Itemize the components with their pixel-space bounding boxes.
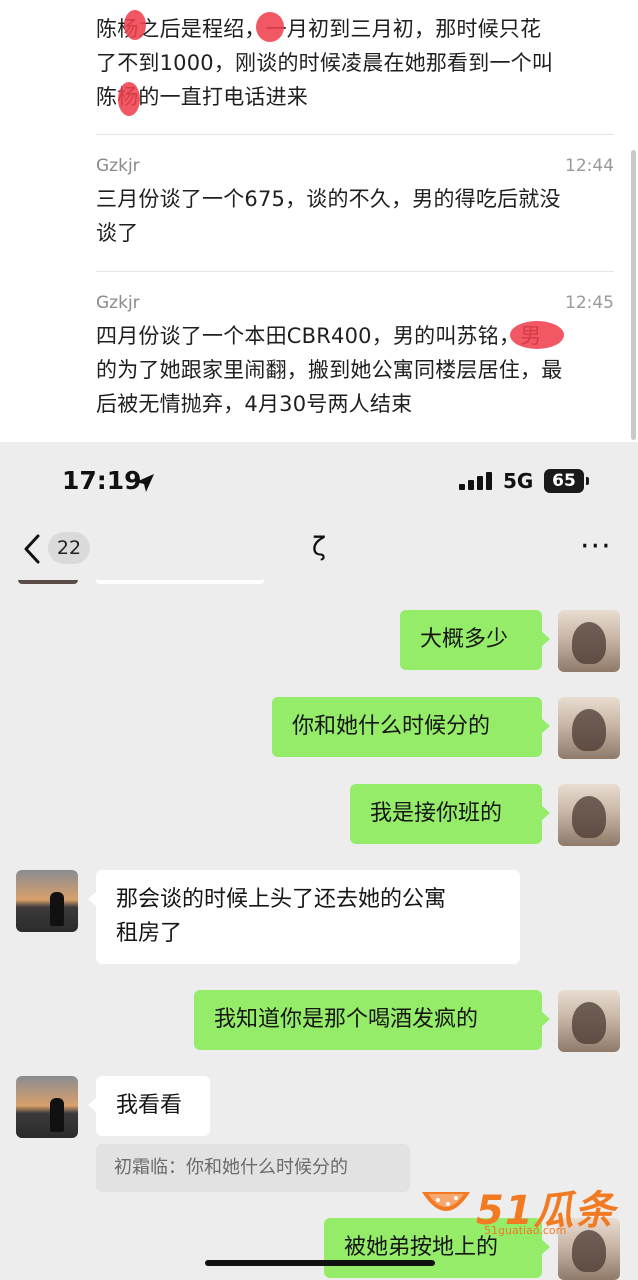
chat-nav-bar: 22 ζ ···	[0, 522, 638, 580]
divider	[96, 271, 614, 272]
watermark-logo: 51瓜条 51guatiao.com	[418, 1178, 618, 1238]
history-text-line: 谈了	[96, 221, 139, 245]
battery-tip	[586, 477, 589, 485]
message-line: 租房了	[116, 921, 183, 946]
avatar[interactable]	[558, 990, 620, 1052]
message-line: 那会谈的时候上头了还去她的公寓	[116, 887, 447, 912]
more-options-button[interactable]: ···	[580, 532, 612, 562]
history-text-line: 了不到1000，刚谈的时候凌晨在她那看到一个叫	[96, 51, 554, 75]
message-bubble-sent[interactable]: 大概多少	[400, 610, 550, 670]
scrollbar[interactable]	[631, 150, 636, 440]
message-bubble-received[interactable]: 我看看	[88, 1076, 210, 1136]
watermark-url: 51guatiao.com	[484, 1224, 567, 1237]
chat-history-panel: 陈杨之后是程绍，一月初到三月初，那时候只花 了不到1000，刚谈的时候凌晨在她那…	[0, 0, 638, 442]
history-entry: 陈杨之后是程绍，一月初到三月初，那时候只花 了不到1000，刚谈的时候凌晨在她那…	[96, 0, 614, 130]
redaction-mark	[124, 10, 146, 40]
avatar[interactable]	[16, 870, 78, 932]
home-indicator[interactable]	[205, 1260, 435, 1266]
history-sender: Gzkjr	[96, 293, 140, 313]
message-bubble-partial[interactable]	[96, 580, 264, 584]
history-text-line: 陈杨之后是程绍，一月初到三月初，那时候只花	[96, 17, 542, 41]
history-sender: Gzkjr	[96, 156, 140, 176]
redaction-mark	[510, 321, 564, 349]
status-time: 17:19	[62, 466, 142, 495]
avatar[interactable]	[558, 697, 620, 759]
history-text-line: 四月份谈了一个本田CBR400，男的叫苏铭，男	[96, 324, 542, 348]
avatar[interactable]	[16, 1076, 78, 1138]
message-bubble-sent[interactable]: 我是接你班的	[350, 784, 550, 844]
chat-screen: 17:19 5G 65 22 ζ ··· 大概多少 你和她什么时候分的 我是接你…	[0, 442, 638, 1280]
network-type: 5G	[503, 469, 534, 493]
battery-icon: 65	[544, 469, 584, 493]
chat-title: ζ	[311, 532, 327, 562]
avatar[interactable]	[558, 784, 620, 846]
status-bar: 17:19 5G 65	[0, 442, 638, 522]
history-text-line: 的为了她跟家里闹翻，搬到她公寓同楼层居住，最	[96, 358, 563, 382]
avatar[interactable]	[558, 610, 620, 672]
history-entry: Gzkjr 12:44 三月份谈了一个675，谈的不久，男的得吃后就没 谈了	[96, 156, 614, 266]
divider	[96, 134, 614, 135]
location-arrow-icon	[136, 474, 154, 492]
avatar[interactable]	[18, 580, 78, 584]
history-text-line: 后被无情抛弃，4月30号两人结束	[96, 392, 413, 416]
message-bubble-received[interactable]: 那会谈的时候上头了还去她的公寓 租房了	[88, 870, 520, 964]
redaction-mark	[118, 82, 140, 116]
message-bubble-sent[interactable]: 你和她什么时候分的	[272, 697, 550, 757]
message-bubble-sent[interactable]: 我知道你是那个喝酒发疯的	[194, 990, 550, 1050]
history-time: 12:45	[565, 293, 614, 313]
redaction-mark	[256, 12, 284, 42]
watermelon-logo-icon	[422, 1192, 470, 1211]
history-time: 12:44	[565, 156, 614, 176]
signal-icon	[459, 472, 493, 490]
quoted-reply[interactable]: 初霜临：你和她什么时候分的	[96, 1144, 410, 1192]
history-text-line: 三月份谈了一个675，谈的不久，男的得吃后就没	[96, 187, 561, 211]
history-entry: Gzkjr 12:45 四月份谈了一个本田CBR400，男的叫苏铭，男 的为了她…	[96, 293, 614, 433]
